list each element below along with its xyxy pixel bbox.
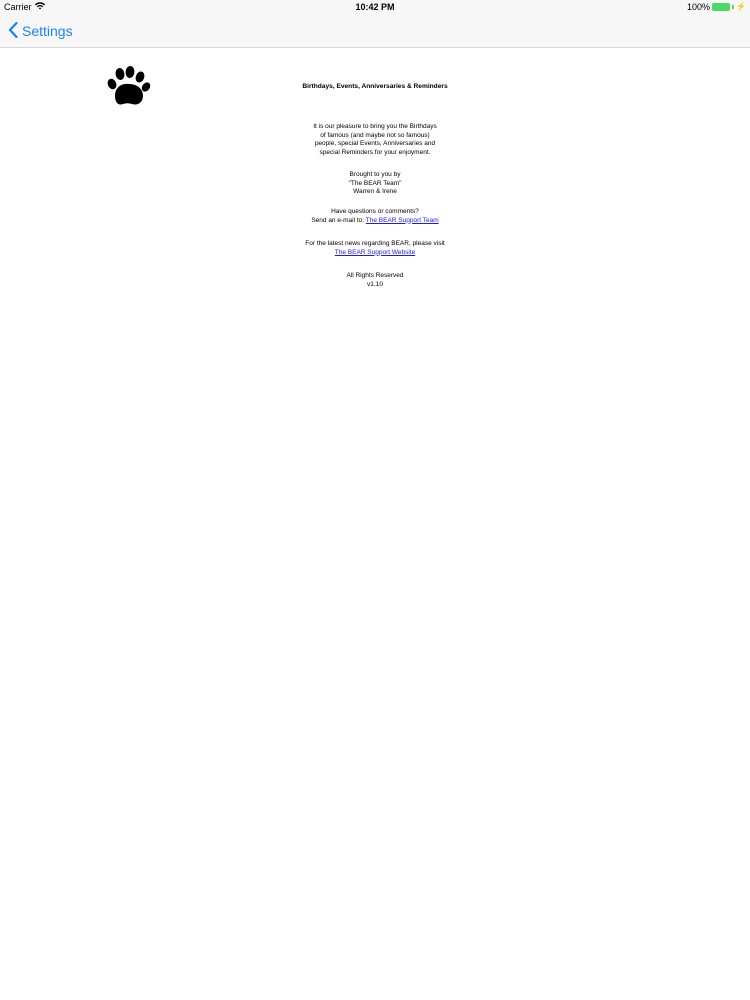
bear-paw-icon: [105, 66, 151, 108]
intro-line: of famous (and maybe not so famous): [320, 131, 430, 139]
navigation-bar: Settings: [0, 14, 750, 48]
status-bar: Carrier 10:42 PM 100% ⚡: [0, 0, 750, 14]
battery-icon: [712, 3, 731, 11]
about-content: Birthdays, Events, Anniversaries & Remin…: [0, 48, 750, 1000]
chevron-left-icon: [8, 21, 18, 41]
intro-line: special Reminders for your enjoyment.: [319, 148, 431, 156]
credits-paragraph: Brought to you by "The BEAR Team" Warren…: [300, 171, 450, 197]
credits-line: "The BEAR Team": [348, 179, 402, 187]
rights-text: All Rights Reserved: [346, 272, 404, 279]
credits-line: Brought to you by: [349, 171, 401, 178]
status-time: 10:42 PM: [355, 2, 395, 12]
contact-prefix: Send an e-mail to:: [311, 216, 365, 224]
support-website-link[interactable]: The BEAR Support Website: [335, 249, 415, 256]
intro-line: It is our pleasure to bring you the Birt…: [313, 123, 437, 130]
contact-paragraph: Have questions or comments? Send an e-ma…: [300, 208, 450, 225]
contact-line: Send an e-mail to: The BEAR Support Team: [300, 217, 450, 226]
status-right: 100% ⚡: [687, 0, 746, 14]
battery-percent: 100%: [687, 2, 711, 12]
support-email-link[interactable]: The BEAR Support Team: [366, 217, 439, 224]
intro-paragraph: It is our pleasure to bring you the Birt…: [300, 123, 450, 157]
news-text: For the latest news regarding BEAR, plea…: [305, 240, 445, 247]
contact-question: Have questions or comments?: [331, 208, 419, 215]
charging-icon: ⚡: [736, 2, 746, 11]
intro-line: people, special Events, Anniversaries an…: [314, 140, 436, 148]
back-button-label: Settings: [22, 23, 73, 39]
credits-line: Warren & Irene: [353, 188, 397, 196]
news-paragraph: For the latest news regarding BEAR, plea…: [300, 240, 450, 257]
version-text: v1.10: [367, 280, 383, 288]
battery-tip: [732, 5, 735, 9]
rights-paragraph: All Rights Reserved v1.10: [300, 272, 450, 289]
back-button[interactable]: Settings: [8, 21, 73, 41]
page-title: Birthdays, Events, Anniversaries & Remin…: [302, 83, 448, 90]
